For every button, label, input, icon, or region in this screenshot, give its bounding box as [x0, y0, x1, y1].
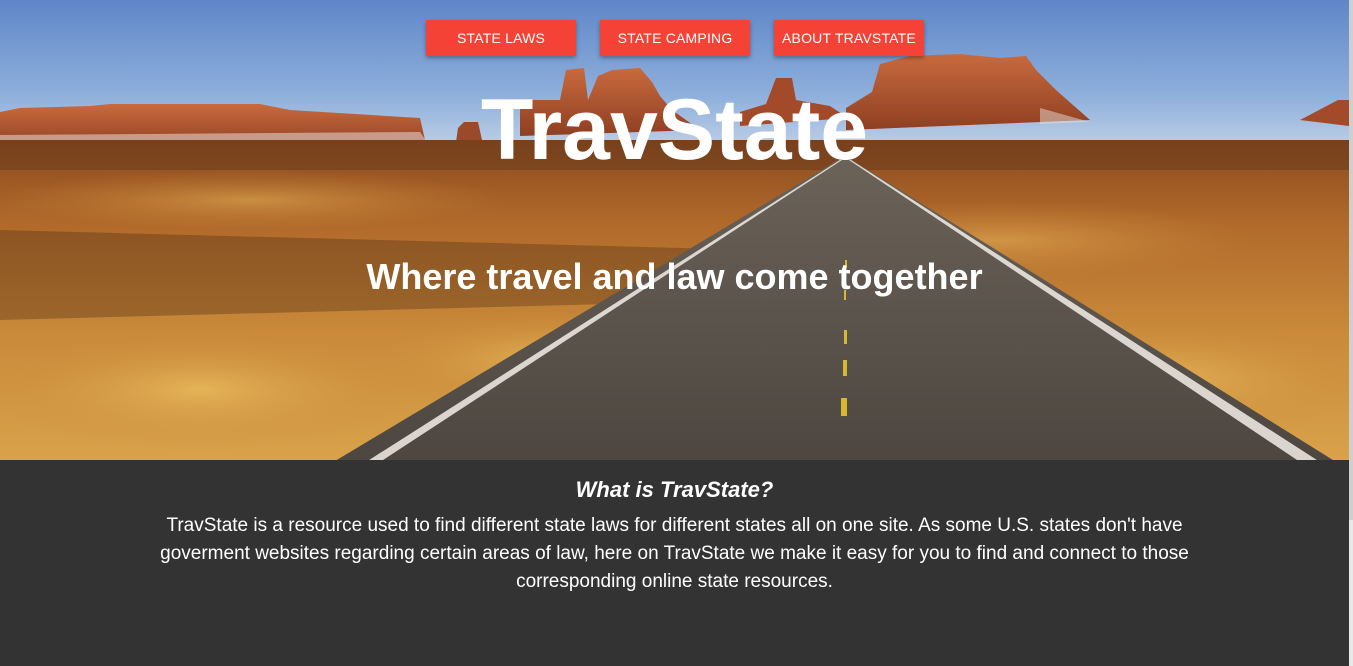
- desert-road-image: [0, 0, 1349, 460]
- nav-button-state-camping[interactable]: STATE CAMPING: [600, 20, 750, 56]
- site-tagline: Where travel and law come together: [366, 256, 983, 297]
- about-heading: What is TravState?: [575, 477, 774, 502]
- site-title: TravState: [480, 82, 869, 178]
- about-section: What is TravState? TravState is a resour…: [0, 460, 1349, 666]
- vertical-scrollbar[interactable]: [1349, 0, 1353, 666]
- top-nav: STATE LAWS STATE CAMPING ABOUT TRAVSTATE: [0, 20, 1349, 56]
- about-description: TravState is a resource used to find dif…: [160, 515, 1189, 592]
- hero-section: STATE LAWS STATE CAMPING ABOUT TRAVSTATE…: [0, 0, 1349, 460]
- scrollbar-thumb[interactable]: [1349, 0, 1353, 520]
- page: STATE LAWS STATE CAMPING ABOUT TRAVSTATE…: [0, 0, 1353, 666]
- nav-button-about-travstate[interactable]: ABOUT TRAVSTATE: [774, 20, 924, 56]
- nav-button-state-laws[interactable]: STATE LAWS: [426, 20, 576, 56]
